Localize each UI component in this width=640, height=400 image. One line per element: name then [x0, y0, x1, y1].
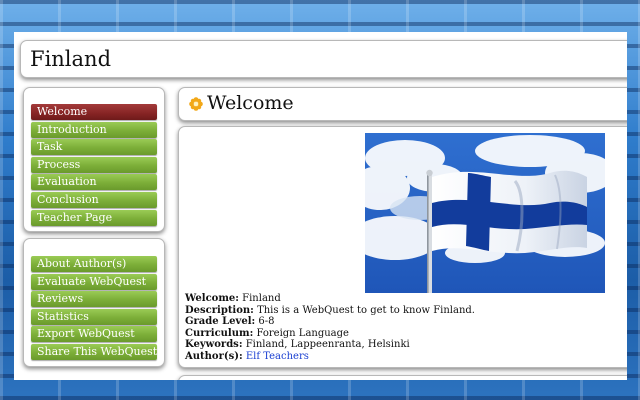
nav-item-share-webquest[interactable]: Share This WebQuest — [31, 343, 157, 360]
info-curriculum: Curriculum: Foreign Language — [185, 328, 625, 340]
next-content-card — [178, 375, 627, 380]
primary-menu: Welcome Introduction Task Process Evalua… — [31, 104, 157, 227]
info-curriculum-label: Curriculum: — [185, 327, 254, 339]
section-heading-card: Welcome — [178, 87, 627, 121]
nav-item-conclusion[interactable]: Conclusion — [31, 191, 157, 208]
section-heading: Welcome — [207, 92, 294, 114]
nav-item-process[interactable]: Process — [31, 156, 157, 173]
info-welcome-label: Welcome: — [185, 293, 239, 304]
nav-item-reviews[interactable]: Reviews — [31, 291, 157, 308]
info-grade-level-value: 6-8 — [258, 316, 275, 328]
info-description-value: This is a WebQuest to get to know Finlan… — [257, 304, 475, 316]
info-keywords-value: Finland, Lappeenranta, Helsinki — [245, 339, 410, 351]
primary-nav: Welcome Introduction Task Process Evalua… — [23, 87, 165, 232]
content-card: Welcome: Finland Description: This is a … — [178, 126, 627, 368]
author-link[interactable]: Elf Teachers — [246, 351, 309, 362]
finland-flag-image — [365, 133, 605, 293]
nav-item-task[interactable]: Task — [31, 139, 157, 156]
nav-item-evaluate-webquest[interactable]: Evaluate WebQuest — [31, 273, 157, 290]
nav-item-teacher-page[interactable]: Teacher Page — [31, 209, 157, 226]
nav-item-evaluation[interactable]: Evaluation — [31, 174, 157, 191]
nav-item-introduction[interactable]: Introduction — [31, 121, 157, 138]
page-title: Finland — [30, 47, 112, 71]
nav-item-statistics[interactable]: Statistics — [31, 308, 157, 325]
info-keywords: Keywords: Finland, Lappeenranta, Helsink… — [185, 339, 625, 351]
secondary-nav: About Author(s) Evaluate WebQuest Review… — [23, 238, 165, 367]
info-authors-label: Author(s): — [185, 350, 243, 362]
info-welcome: Welcome: Finland — [185, 293, 625, 305]
info-grade-level-label: Grade Level: — [185, 316, 256, 328]
webquest-info: Welcome: Finland Description: This is a … — [185, 293, 625, 363]
info-curriculum-value: Foreign Language — [256, 327, 349, 339]
info-grade-level: Grade Level: 6-8 — [185, 316, 625, 328]
info-authors: Author(s): Elf Teachers — [185, 351, 625, 363]
info-description-label: Description: — [185, 304, 254, 316]
nav-item-about-authors[interactable]: About Author(s) — [31, 256, 157, 272]
info-description: Description: This is a WebQuest to get t… — [185, 305, 625, 317]
secondary-menu: About Author(s) Evaluate WebQuest Review… — [31, 256, 157, 362]
info-keywords-label: Keywords: — [185, 339, 243, 351]
title-card: Finland — [20, 40, 627, 78]
nav-item-export-webquest[interactable]: Export WebQuest — [31, 326, 157, 343]
info-welcome-value: Finland — [242, 293, 281, 304]
nav-item-welcome[interactable]: Welcome — [31, 104, 157, 120]
flower-icon — [189, 97, 203, 111]
webquest-page: Finland Welcome Introduction Task Proces… — [14, 32, 627, 380]
